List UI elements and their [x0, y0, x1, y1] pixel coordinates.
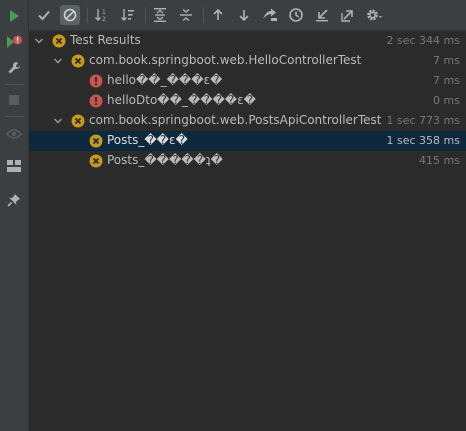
tree-label: hello��_���ɛ�: [107, 73, 223, 87]
eye-icon[interactable]: [4, 124, 24, 144]
tree-row-test[interactable]: hello��_���ɛ� 7 ms: [29, 71, 466, 91]
duration: 1 sec 773 ms: [386, 114, 460, 127]
sort-alpha-icon[interactable]: 12: [92, 5, 112, 25]
run-icon[interactable]: [4, 6, 24, 26]
test-failed-icon: [89, 134, 103, 148]
tree-row-test-selected[interactable]: Posts_��ɛ� 1 sec 358 ms: [29, 131, 466, 151]
tree-label: Posts_�����ʇ�: [107, 153, 223, 167]
svg-text:1: 1: [102, 9, 106, 16]
import-icon[interactable]: [312, 5, 332, 25]
test-error-icon: [89, 94, 103, 108]
tree-label: helloDto��_����ɛ�: [107, 93, 256, 107]
tree-label: Test Results: [70, 33, 141, 47]
duration: 1 sec 358 ms: [386, 134, 460, 147]
test-error-icon: [89, 74, 103, 88]
tree-label: com.book.springboot.web.PostsApiControll…: [89, 113, 382, 127]
collapse-all-icon[interactable]: [176, 5, 196, 25]
test-failed-icon: [52, 34, 66, 48]
svg-text:2: 2: [102, 16, 106, 23]
export-icon[interactable]: [338, 5, 358, 25]
history-icon[interactable]: [286, 5, 306, 25]
tree-row-test-results[interactable]: Test Results 2 sec 344 ms: [29, 31, 466, 51]
arrow-up-icon[interactable]: [208, 5, 228, 25]
rerun-icon[interactable]: [260, 5, 280, 25]
stop-icon[interactable]: [4, 90, 24, 110]
pin-icon[interactable]: [4, 190, 24, 210]
duration: 415 ms: [419, 154, 460, 167]
layout-icon[interactable]: [4, 156, 24, 176]
tree-label: Posts_��ɛ�: [107, 133, 188, 147]
run-side-toolbar: [0, 0, 29, 431]
duration: 7 ms: [433, 74, 460, 87]
no-entry-icon[interactable]: [60, 5, 80, 25]
duration: 2 sec 344 ms: [386, 34, 460, 47]
chevron-down-icon[interactable]: [53, 56, 63, 66]
test-failed-icon: [89, 154, 103, 168]
check-icon[interactable]: [34, 5, 54, 25]
duration: 7 ms: [433, 54, 460, 67]
tree-row-test[interactable]: helloDto��_����ɛ� 0 ms: [29, 91, 466, 111]
duration: 0 ms: [433, 94, 460, 107]
test-failed-icon: [71, 54, 85, 68]
sort-duration-icon[interactable]: [118, 5, 138, 25]
chevron-down-icon[interactable]: [34, 36, 44, 46]
wrench-icon[interactable]: [4, 58, 24, 78]
chevron-down-icon[interactable]: [53, 116, 63, 126]
tree-row-test-class[interactable]: com.book.springboot.web.HelloControllerT…: [29, 51, 466, 71]
tree-row-test[interactable]: Posts_�����ʇ� 415 ms: [29, 151, 466, 171]
test-runner-toolbar: 12: [29, 0, 466, 31]
expand-all-icon[interactable]: [150, 5, 170, 25]
tree-row-test-class[interactable]: com.book.springboot.web.PostsApiControll…: [29, 111, 466, 131]
tree-label: com.book.springboot.web.HelloControllerT…: [89, 53, 362, 67]
test-results-tree: Test Results 2 sec 344 ms com.book.sprin…: [29, 31, 466, 431]
rerun-failed-icon[interactable]: [4, 32, 24, 52]
arrow-down-icon[interactable]: [234, 5, 254, 25]
test-failed-icon: [71, 114, 85, 128]
gear-icon[interactable]: [364, 5, 384, 25]
